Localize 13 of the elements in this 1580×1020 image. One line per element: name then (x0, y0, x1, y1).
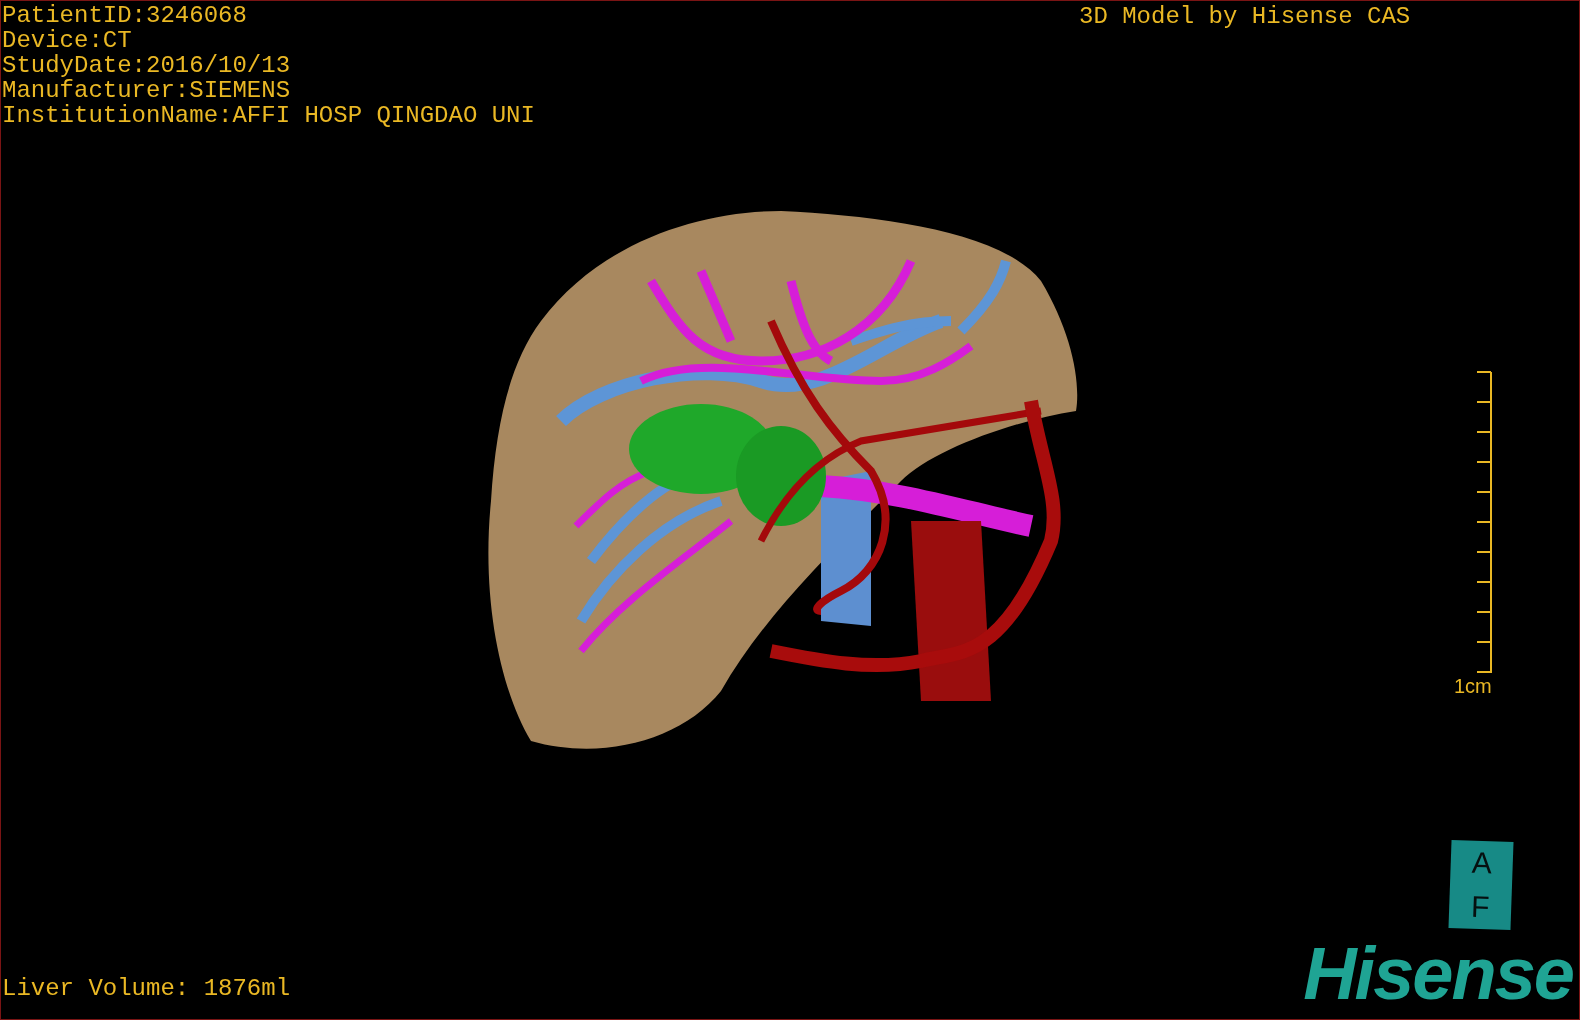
brand-logo: Hisense (1303, 943, 1573, 1005)
orientation-cube[interactable]: A F (1448, 839, 1514, 931)
liver-volume-text: Liver Volume: 1876ml (2, 976, 291, 1001)
patient-info-line: InstitutionName:AFFI HOSP QINGDAO UNI (2, 103, 535, 128)
3d-viewport[interactable]: PatientID:3246068 Device:CT StudyDate:2016/10/13 Manufacturer:SIEMENS InstitutionName:AFFI HOSP QINGDAO UNI 3D Model by Hisense CAS 1cm A F Liver Volume: 1876ml Hisense (0, 0, 1580, 1020)
scale-label: 1cm (1454, 675, 1492, 697)
cube-face-label: A (1471, 846, 1493, 880)
model-title: 3D Model by Hisense CAS (1079, 4, 1411, 29)
patient-info-line: PatientID:3246068 (2, 3, 248, 28)
patient-info-line: Device:CT (2, 28, 133, 53)
patient-info-line: StudyDate:2016/10/13 (2, 53, 292, 78)
patient-info-line: Manufacturer:SIEMENS (2, 78, 292, 103)
cube-face-label: F (1470, 890, 1490, 924)
